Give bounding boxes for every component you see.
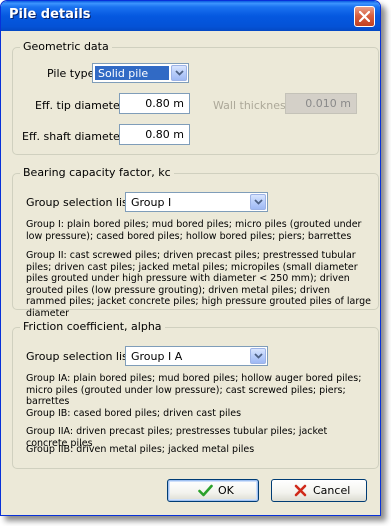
cancel-button-label: Cancel bbox=[313, 484, 351, 497]
bearing-capacity-legend: Bearing capacity factor, kc bbox=[20, 166, 174, 179]
shaft-diameter-label: Eff. shaft diameter bbox=[22, 130, 125, 143]
pile-type-label: Pile type bbox=[47, 67, 95, 80]
wall-thickness-label: Wall thickness bbox=[213, 99, 292, 112]
close-button[interactable] bbox=[354, 6, 375, 27]
window-title: Pile details bbox=[9, 7, 91, 22]
dialog-client-area: Geometric data Pile type Solid pile Eff.… bbox=[4, 31, 379, 512]
friction-coefficient-legend: Friction coefficient, alpha bbox=[20, 320, 165, 333]
bearing-group-description: Group I: plain bored piles; mud bored pi… bbox=[26, 219, 362, 242]
bearing-capacity-group: Bearing capacity factor, kc Group select… bbox=[12, 166, 379, 319]
wall-thickness-input: 0.010 m bbox=[285, 93, 357, 114]
chevron-down-icon bbox=[254, 199, 263, 205]
friction-group-dropdown-button[interactable] bbox=[250, 348, 266, 364]
bearing-group-selection-label: Group selection list bbox=[26, 196, 133, 209]
title-bar[interactable]: Pile details bbox=[1, 1, 380, 31]
ok-button[interactable]: OK bbox=[167, 479, 259, 502]
x-icon bbox=[294, 484, 307, 497]
shaft-diameter-input[interactable]: 0.80 m bbox=[119, 124, 190, 145]
tip-diameter-label: Eff. tip diameter bbox=[35, 99, 125, 112]
pile-type-value: Solid pile bbox=[95, 66, 169, 80]
friction-group-value: Group I A bbox=[131, 350, 183, 363]
pile-type-dropdown-button[interactable] bbox=[171, 65, 187, 81]
friction-group-description: Group IA: plain bored piles; mud bored p… bbox=[26, 373, 362, 407]
friction-group-select[interactable]: Group I A bbox=[125, 346, 268, 366]
bearing-group-description: Group II: cast screwed piles; driven pre… bbox=[26, 250, 371, 319]
checkmark-icon bbox=[198, 484, 213, 497]
chevron-down-icon bbox=[254, 353, 263, 359]
bearing-group-dropdown-button[interactable] bbox=[250, 194, 266, 210]
pile-details-dialog: Pile details Geometric data Pile type So… bbox=[0, 0, 381, 516]
friction-coefficient-group: Friction coefficient, alpha Group select… bbox=[12, 320, 379, 469]
bearing-group-value: Group I bbox=[131, 196, 172, 209]
pile-type-select[interactable]: Solid pile bbox=[92, 63, 189, 83]
cancel-button[interactable]: Cancel bbox=[271, 479, 367, 502]
geometric-data-group: Geometric data Pile type Solid pile Eff.… bbox=[12, 40, 379, 155]
chevron-down-icon bbox=[175, 70, 184, 76]
friction-group-description: Group IIB: driven metal piles; jacked me… bbox=[26, 444, 255, 455]
bearing-group-select[interactable]: Group I bbox=[125, 192, 268, 212]
ok-button-label: OK bbox=[218, 484, 234, 497]
close-icon bbox=[359, 11, 370, 22]
friction-group-selection-label: Group selection list bbox=[26, 350, 133, 363]
geometric-data-legend: Geometric data bbox=[20, 40, 112, 53]
tip-diameter-input[interactable]: 0.80 m bbox=[119, 93, 190, 114]
friction-group-description: Group IB: cased bored piles; driven cast… bbox=[26, 408, 242, 419]
